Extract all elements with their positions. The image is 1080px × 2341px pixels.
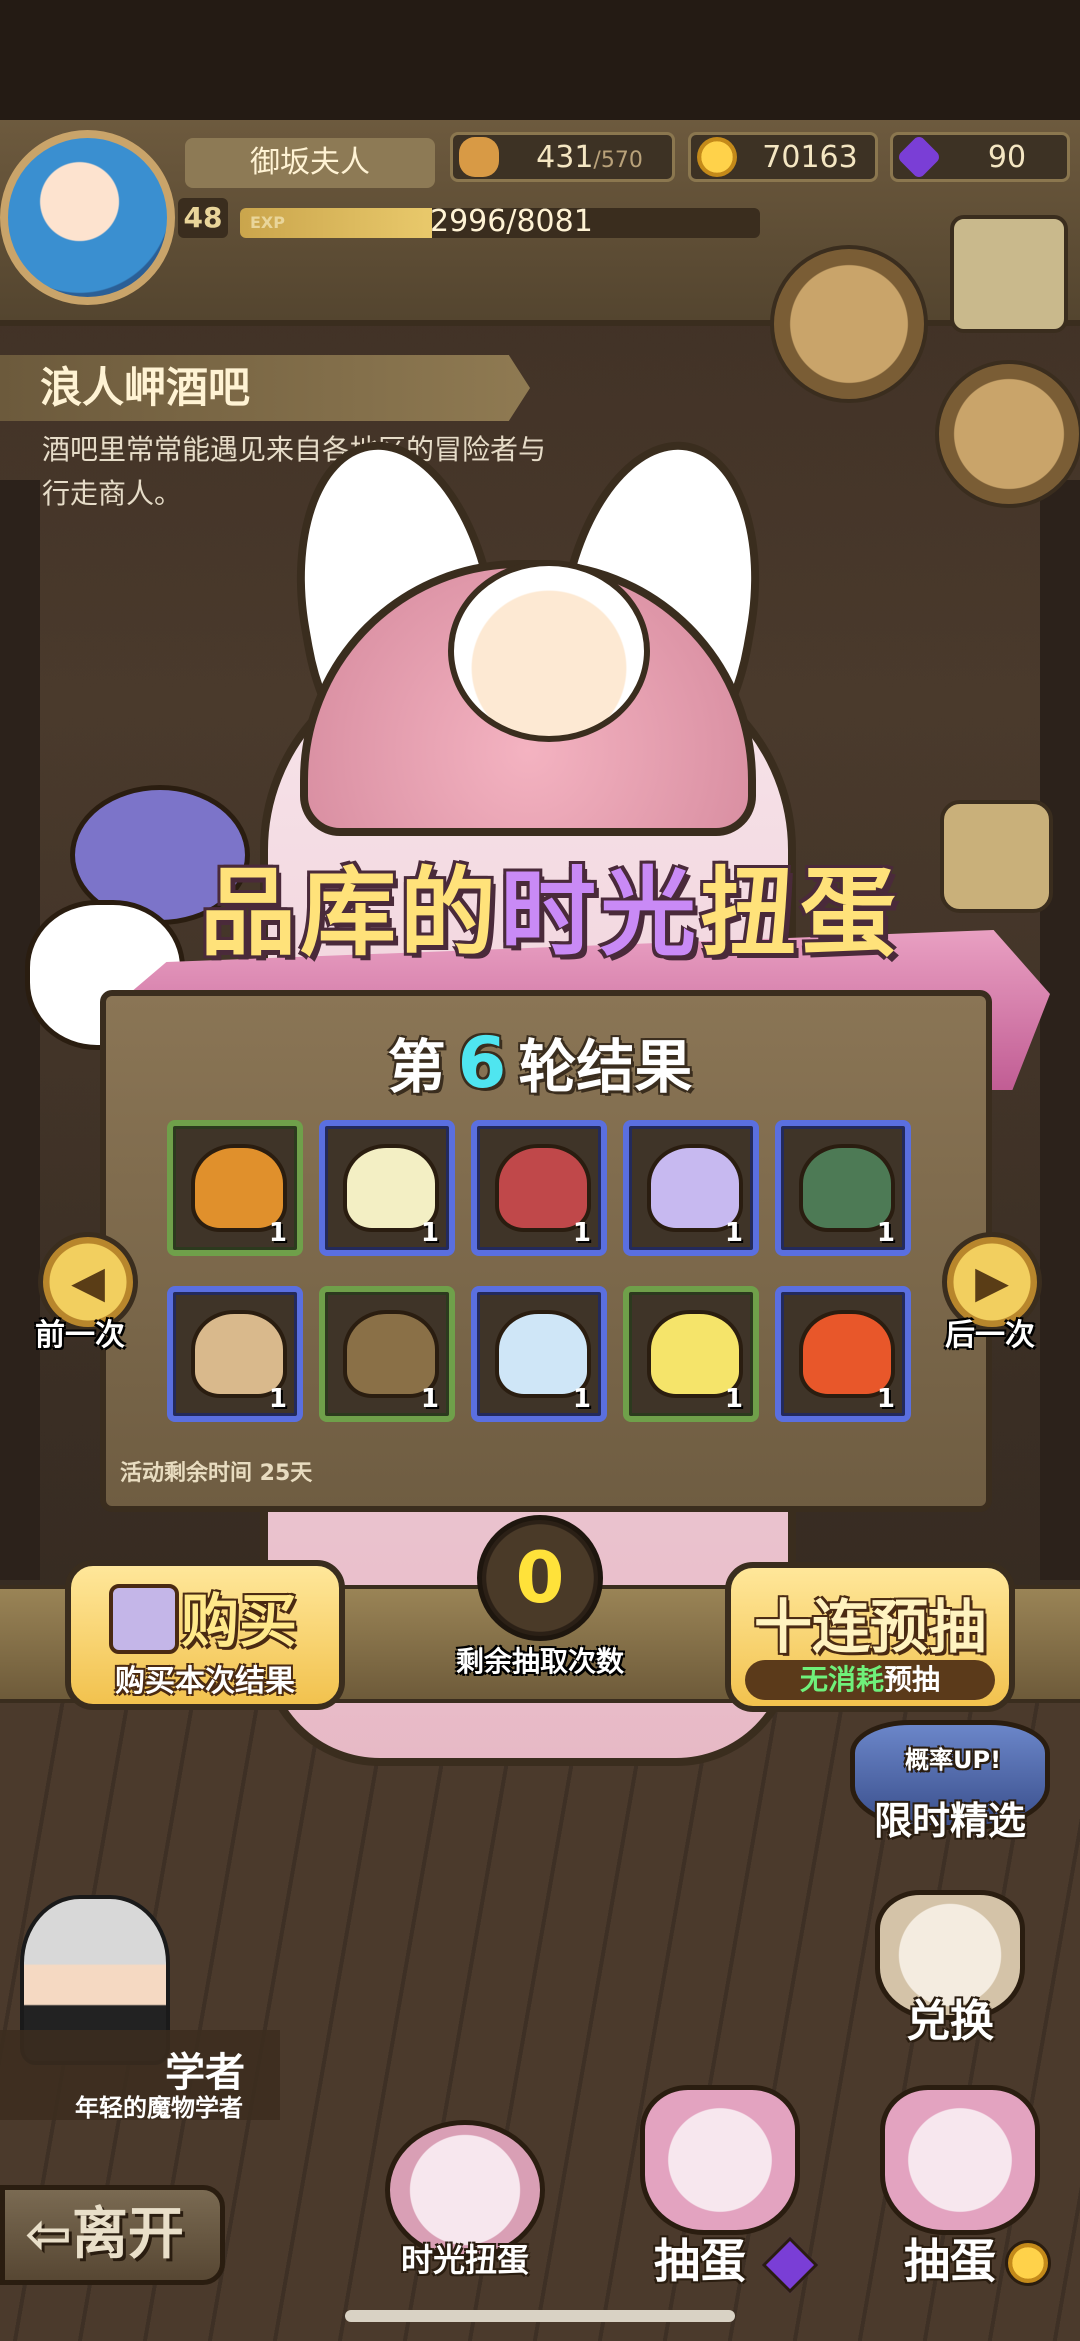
ten-pull-preview-button[interactable]: 十连预抽 无消耗预抽 bbox=[725, 1562, 1015, 1712]
stamina-counter[interactable]: 431/570 bbox=[450, 132, 675, 182]
npc-description: 年轻的魔物学者 bbox=[75, 2094, 243, 2122]
round-suffix: 轮结果 bbox=[518, 1033, 693, 1101]
title-part-2: 时光 bbox=[500, 857, 700, 969]
bread-icon bbox=[459, 137, 499, 177]
purple-gem-icon bbox=[896, 134, 942, 180]
title-part-3: 扭蛋 bbox=[700, 857, 900, 969]
gold-value: 70163 bbox=[762, 139, 858, 175]
item-quantity: 1 bbox=[420, 1218, 439, 1248]
ceiling-beam bbox=[0, 0, 1080, 120]
player-level: 48 bbox=[178, 198, 228, 238]
time-gacha-label[interactable]: 时光扭蛋 bbox=[375, 2235, 555, 2281]
egg-gacha-gold-icon[interactable] bbox=[880, 2085, 1040, 2235]
result-slot[interactable]: 1 bbox=[623, 1120, 759, 1256]
buy-title: 购买 bbox=[181, 1587, 298, 1655]
leave-label: 离开 bbox=[71, 2202, 184, 2267]
result-slot[interactable]: 1 bbox=[319, 1120, 455, 1256]
limited-pick-label[interactable]: 限时精选 bbox=[850, 1790, 1050, 1845]
return-button[interactable] bbox=[940, 800, 1053, 913]
round-prefix: 第 bbox=[387, 1033, 446, 1101]
location-description: 酒吧里常常能遇见来自各地区的冒险者与行走商人。 bbox=[42, 433, 547, 510]
egg-gacha-purple-label[interactable]: 抽蛋 bbox=[620, 2225, 780, 2291]
result-slot[interactable]: 1 bbox=[623, 1286, 759, 1422]
ten-pull-free: 无消耗 bbox=[799, 1663, 884, 1696]
draw-count-label: 剩余抽取次数 bbox=[455, 1645, 624, 1678]
result-grid: 1 1 1 1 1 1 1 1 1 1 bbox=[167, 1120, 917, 1422]
backpack-button[interactable] bbox=[935, 360, 1080, 508]
exp-text: 2996/8081 bbox=[430, 204, 593, 239]
item-quantity: 1 bbox=[572, 1384, 591, 1414]
leave-button[interactable]: ⇦离开 bbox=[0, 2185, 225, 2285]
egg-gacha-purple-icon[interactable] bbox=[640, 2085, 800, 2235]
item-quantity: 1 bbox=[268, 1384, 287, 1414]
exp-label: EXP bbox=[250, 213, 285, 232]
player-name: 御坂夫人 bbox=[185, 138, 435, 188]
quest-scroll-button[interactable] bbox=[770, 245, 928, 403]
bunny-mascot bbox=[448, 560, 650, 742]
item-quantity: 1 bbox=[572, 1218, 591, 1248]
gold-coin-icon bbox=[697, 137, 737, 177]
mail-button[interactable] bbox=[950, 215, 1068, 333]
limited-pick-badge: 概率UP! bbox=[905, 1746, 1002, 1774]
buy-subtitle: 购买本次结果 bbox=[115, 1664, 295, 1699]
gold-coin-icon bbox=[1005, 2240, 1051, 2286]
gold-counter[interactable]: 70163 bbox=[688, 132, 878, 182]
gacha-title: 品库的时光扭蛋 bbox=[170, 835, 930, 975]
round-title: 第 6 轮结果 bbox=[0, 1020, 1080, 1104]
gacha-ticket-icon bbox=[109, 1584, 179, 1654]
buy-result-button[interactable]: 购买 购买本次结果 bbox=[65, 1560, 345, 1710]
result-slot[interactable]: 1 bbox=[471, 1286, 607, 1422]
event-time-left: 活动剩余时间 25天 bbox=[120, 1461, 313, 1486]
gem-counter[interactable]: 90 bbox=[890, 132, 1070, 182]
item-quantity: 1 bbox=[876, 1384, 895, 1414]
location-name: 浪人岬酒吧 bbox=[0, 355, 530, 421]
title-part-1: 品库的 bbox=[200, 857, 500, 969]
result-slot[interactable]: 1 bbox=[775, 1286, 911, 1422]
item-quantity: 1 bbox=[876, 1218, 895, 1248]
player-avatar[interactable] bbox=[0, 130, 175, 305]
stamina-max: /570 bbox=[593, 147, 643, 173]
result-slot[interactable]: 1 bbox=[167, 1120, 303, 1256]
item-quantity: 1 bbox=[268, 1218, 287, 1248]
draw-count: 0 bbox=[477, 1515, 603, 1641]
result-slot[interactable]: 1 bbox=[471, 1120, 607, 1256]
ten-pull-preview: 预抽 bbox=[884, 1663, 941, 1696]
ten-pull-title: 十连预抽 bbox=[753, 1593, 986, 1661]
stamina-current: 431 bbox=[536, 139, 594, 175]
prev-round-label[interactable]: 前一次 bbox=[35, 1310, 125, 1354]
item-quantity: 1 bbox=[724, 1384, 743, 1414]
result-slot[interactable]: 1 bbox=[167, 1286, 303, 1422]
round-number: 6 bbox=[457, 1022, 507, 1104]
result-slot[interactable]: 1 bbox=[775, 1120, 911, 1256]
item-quantity: 1 bbox=[724, 1218, 743, 1248]
result-slot[interactable]: 1 bbox=[319, 1286, 455, 1422]
exchange-label[interactable]: 兑换 bbox=[850, 1985, 1050, 2049]
next-round-label[interactable]: 后一次 bbox=[945, 1310, 1035, 1354]
item-quantity: 1 bbox=[420, 1384, 439, 1414]
home-indicator[interactable] bbox=[345, 2310, 735, 2322]
gem-value: 90 bbox=[987, 139, 1027, 175]
